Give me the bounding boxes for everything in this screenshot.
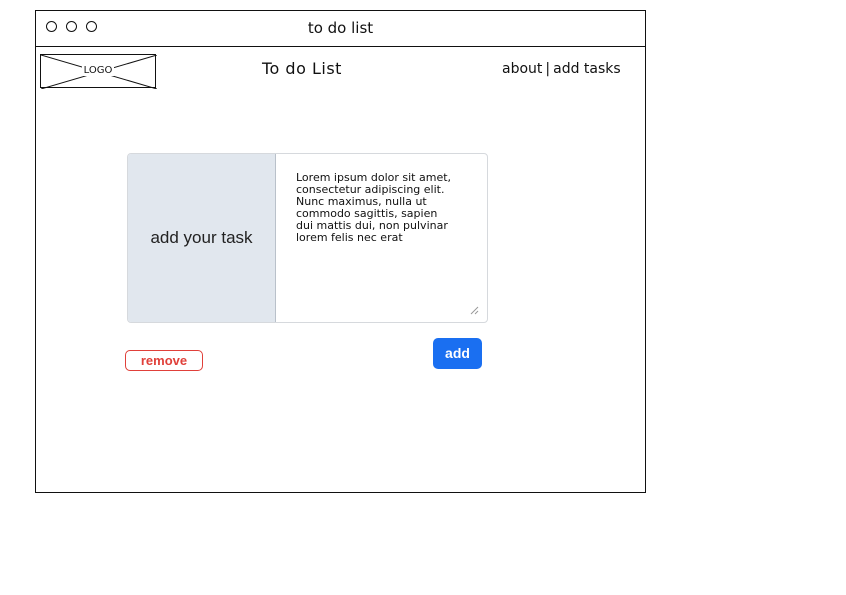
remove-button[interactable]: remove bbox=[125, 350, 203, 371]
page-title: To do List bbox=[262, 59, 342, 78]
logo-text: LOGO bbox=[81, 65, 115, 76]
resize-grip-icon[interactable] bbox=[470, 306, 479, 315]
nav-separator: | bbox=[545, 61, 551, 77]
nav-link-add-tasks[interactable]: add tasks bbox=[553, 61, 621, 77]
add-button[interactable]: add bbox=[433, 338, 482, 369]
task-input-label: add your task bbox=[128, 154, 276, 322]
top-nav: about | add tasks bbox=[502, 61, 621, 77]
task-input-group: add your task Lorem ipsum dolor sit amet… bbox=[127, 153, 488, 323]
logo-placeholder[interactable]: LOGO bbox=[40, 54, 157, 89]
nav-link-about[interactable]: about bbox=[502, 61, 542, 77]
browser-window: to do list LOGO To do List about | add tas… bbox=[35, 10, 646, 493]
window-titlebar: to do list bbox=[36, 11, 645, 47]
task-textarea[interactable]: Lorem ipsum dolor sit amet, consectetur … bbox=[296, 172, 454, 244]
window-title: to do list bbox=[307, 19, 374, 37]
